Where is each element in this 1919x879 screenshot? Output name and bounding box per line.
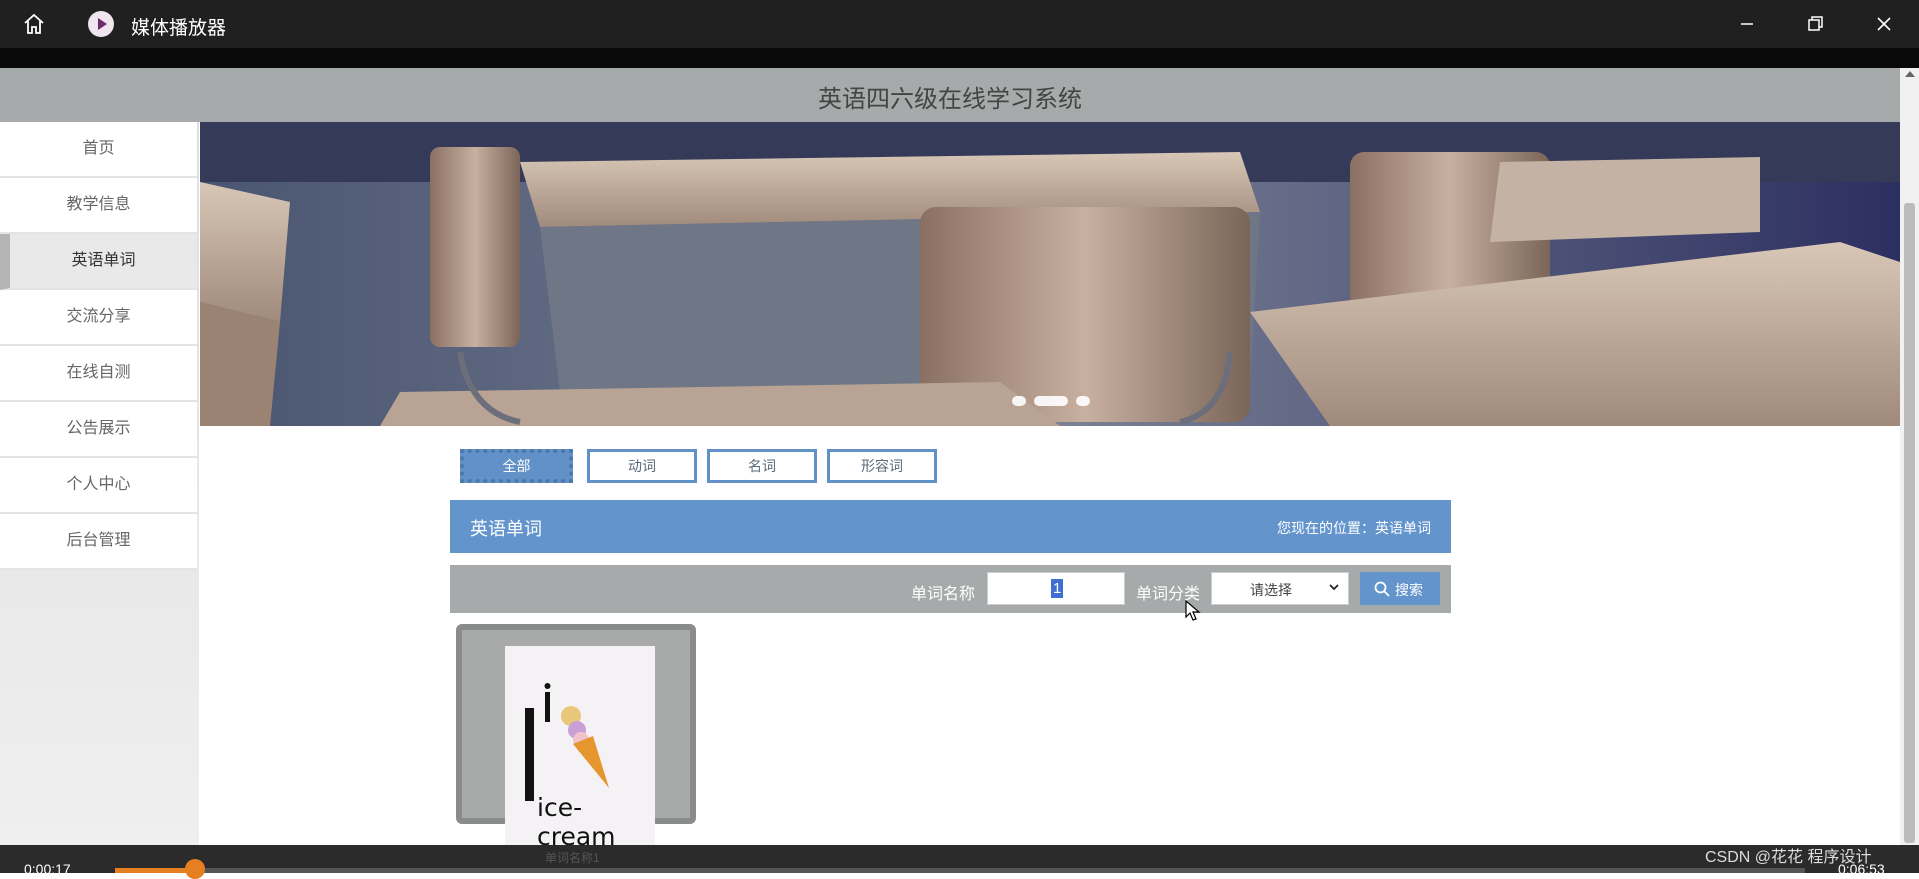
page-scrollbar[interactable] [1900,68,1919,845]
word-category-value: 请选择 [1250,582,1292,598]
banner-dot-2[interactable] [1034,396,1068,406]
banner-image [200,122,1900,426]
search-button[interactable]: 搜索 [1360,572,1440,605]
sidebar-item-home[interactable]: 首页 [0,122,197,178]
close-icon[interactable] [1872,12,1896,36]
scrollbar-thumb[interactable] [1904,203,1915,843]
word-name-input[interactable]: 1 [987,572,1125,605]
category-adjective-button[interactable]: 形容词 [827,449,937,483]
banner-dot-3[interactable] [1076,396,1090,406]
media-player-controls: 0:00:17 0:06:53 [0,845,1919,879]
minimize-icon[interactable] [1735,12,1759,36]
site-title: 英语四六级在线学习系统 [818,86,1082,113]
window-titlebar: 媒体播放器 [0,0,1919,48]
search-button-label: 搜索 [1395,582,1423,598]
word-name-label: 单词名称 [911,586,976,603]
chevron-down-icon [1329,584,1339,591]
sidebar-item-personal-center[interactable]: 个人中心 [0,458,197,514]
breadcrumb: 您现在的位置：英语单词 [1277,520,1431,536]
search-icon [1374,581,1390,597]
scroll-up-icon[interactable] [1905,71,1915,77]
sidebar: 首页 教学信息 英语单词 交流分享 在线自测 公告展示 个人中心 后台管理 [0,122,199,845]
category-noun-button[interactable]: 名词 [707,449,817,483]
category-verb-button[interactable]: 动词 [587,449,697,483]
video-letterbox [0,48,1919,68]
sidebar-item-admin[interactable]: 后台管理 [0,514,197,570]
seek-bar-thumb[interactable] [185,859,205,879]
word-category-select[interactable]: 请选择 [1211,572,1349,605]
window-title: 媒体播放器 [131,18,227,39]
seek-bar-progress [115,868,195,873]
mouse-cursor-icon [1185,600,1201,621]
sidebar-item-self-test[interactable]: 在线自测 [0,346,197,402]
section-title: 英语单词 [470,519,542,539]
word-card[interactable]: ice-cream [456,624,696,851]
word-name-value: 1 [1051,579,1064,598]
media-player-icon [88,11,114,37]
word-card-image-text: ice-cream [537,793,616,851]
watermark: CSDN @花花 程序设计 [1705,849,1872,866]
word-card-label: 单词名称1 [545,851,600,865]
sidebar-item-notices[interactable]: 公告展示 [0,402,197,458]
section-header: 英语单词 您现在的位置：英语单词 [450,500,1451,553]
site-header: 英语四六级在线学习系统 [0,68,1900,122]
sidebar-item-exchange[interactable]: 交流分享 [0,290,197,346]
web-page: 英语四六级在线学习系统 首页 教学信息 英语单词 交流分享 在线自测 公告展示 … [0,68,1900,845]
category-all-button[interactable]: 全部 [460,449,573,483]
restore-icon[interactable] [1803,12,1827,36]
sidebar-item-teaching-info[interactable]: 教学信息 [0,178,197,234]
home-icon[interactable] [22,12,46,36]
current-time: 0:00:17 [24,861,71,877]
banner-dot-1[interactable] [1012,396,1026,406]
sidebar-item-english-words[interactable]: 英语单词 [0,234,197,290]
search-bar: 单词名称 1 单词分类 请选择 搜索 [450,565,1451,613]
word-card-image: ice-cream [505,646,655,851]
seek-bar[interactable] [115,868,1805,873]
